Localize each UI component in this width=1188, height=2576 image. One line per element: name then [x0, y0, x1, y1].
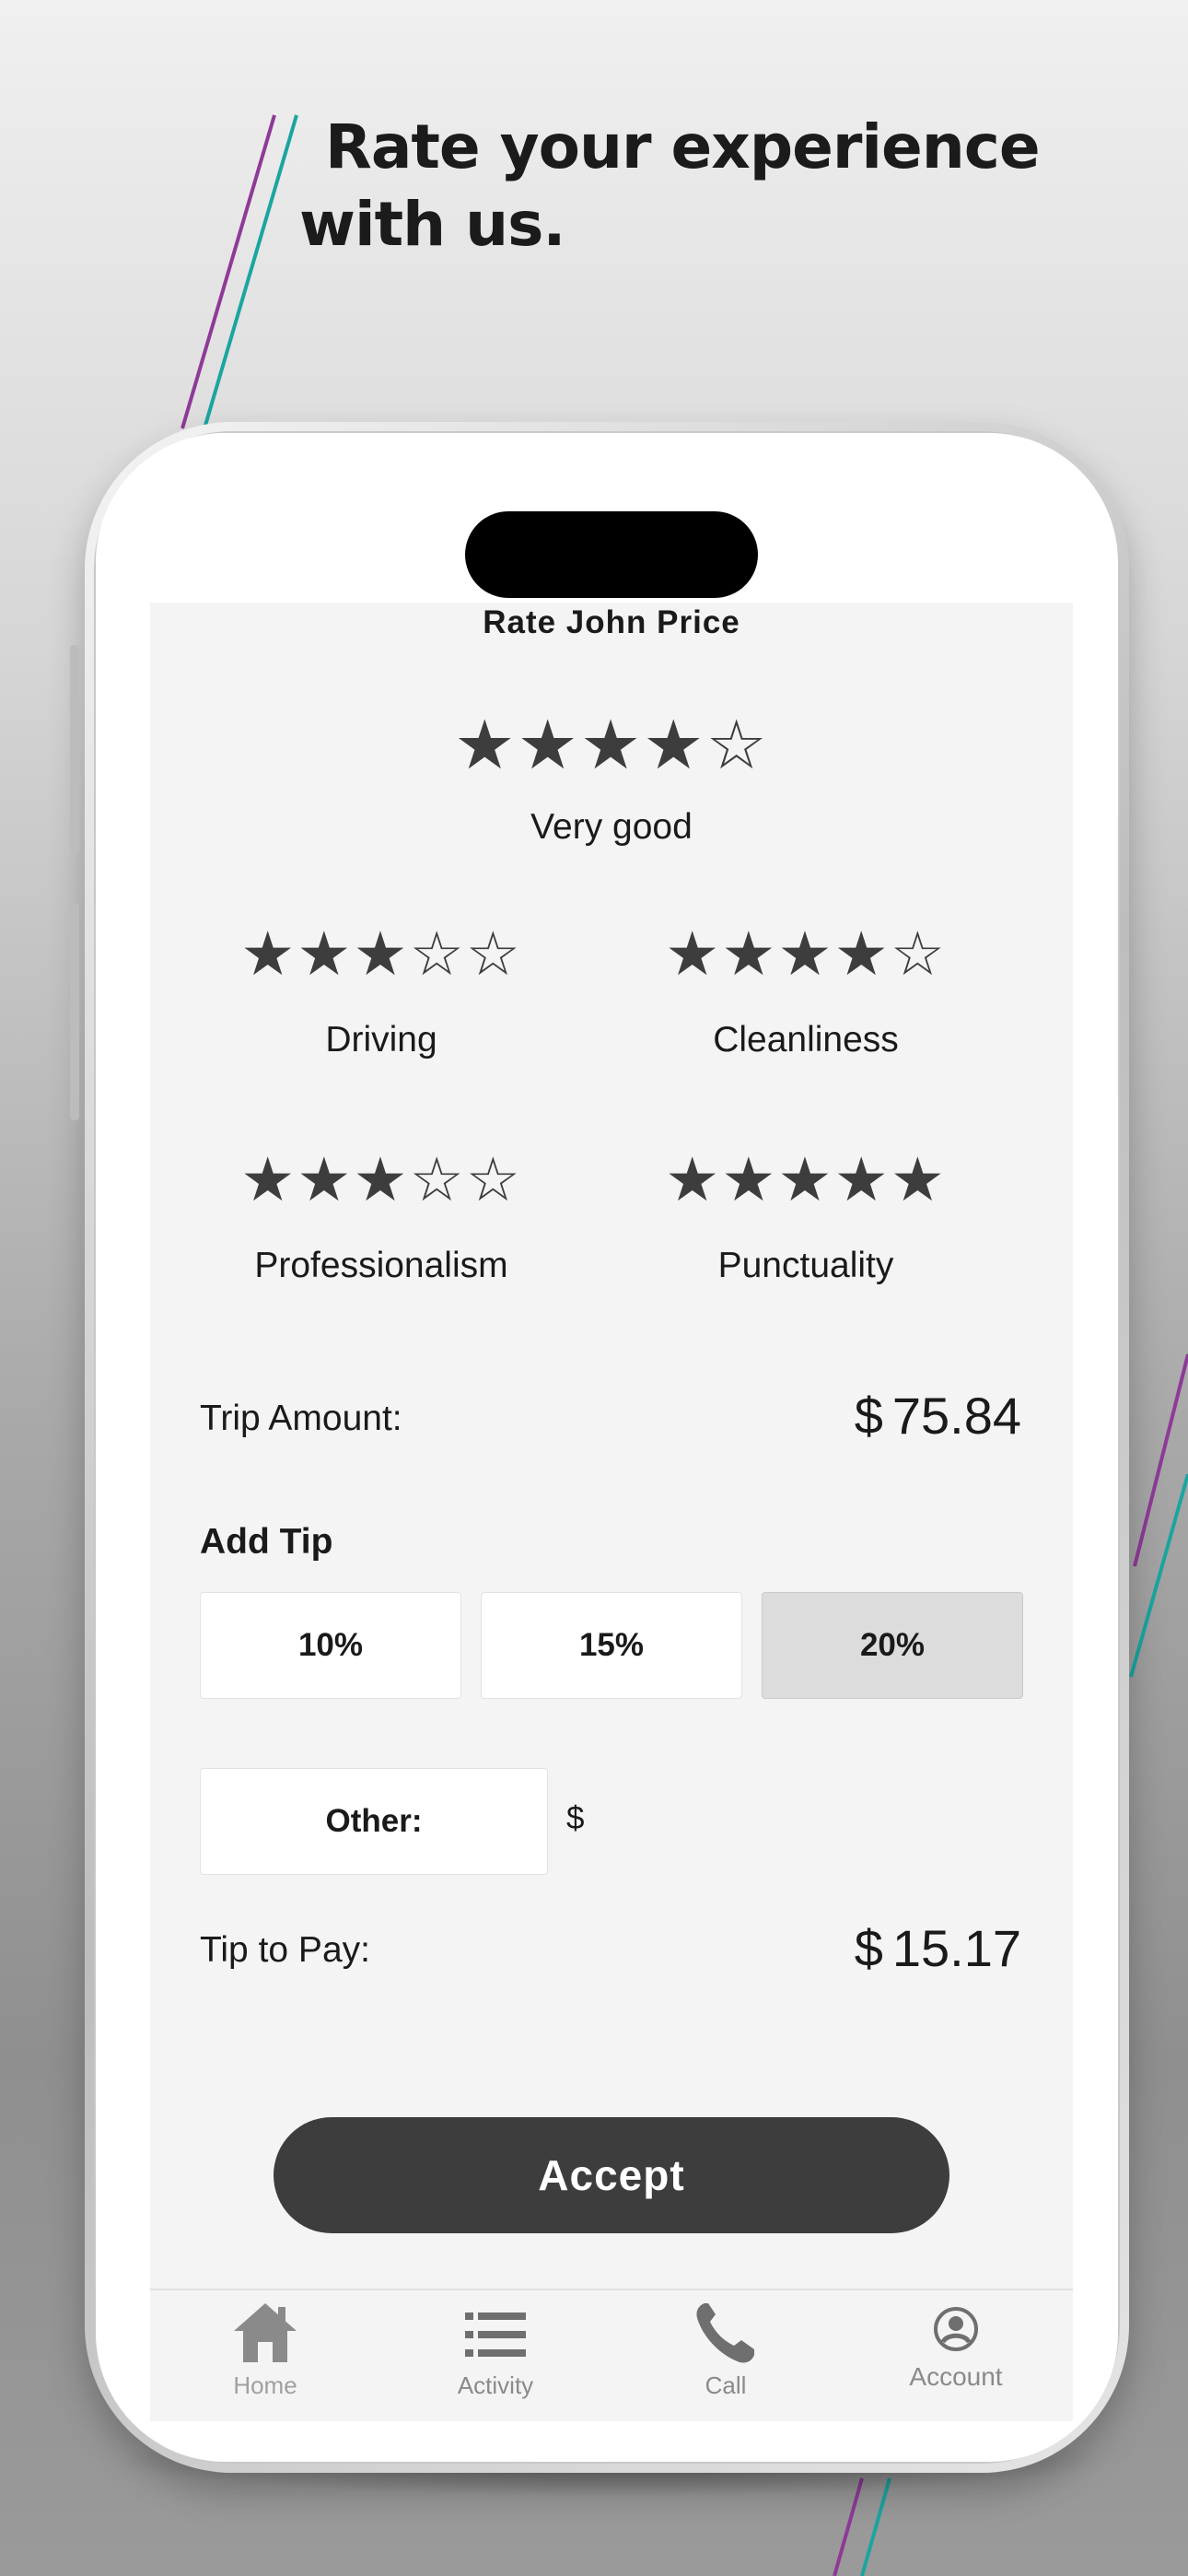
cleanliness-rating-stars[interactable]: ★★★★☆: [603, 920, 1008, 989]
tab-activity[interactable]: Activity: [380, 2290, 611, 2421]
tab-bar: Home Activity Call Account: [150, 2289, 1073, 2421]
headline-line1: Rate your experience: [325, 111, 1041, 182]
tab-account-label: Account: [909, 2362, 1003, 2391]
category-driving: ★★★☆☆ Driving: [179, 920, 584, 1060]
home-icon: [234, 2303, 297, 2362]
tip-to-pay-label: Tip to Pay:: [200, 1930, 370, 1970]
tip-to-pay-value: $15.17: [855, 1918, 1021, 1978]
category-professionalism: ★★★☆☆ Professionalism: [179, 1146, 584, 1286]
tip-15-button[interactable]: 15%: [481, 1592, 742, 1699]
tab-activity-label: Activity: [457, 2371, 534, 2399]
tip-20-button[interactable]: 20%: [762, 1592, 1023, 1699]
add-tip-heading: Add Tip: [200, 1522, 333, 1562]
tip-10-button[interactable]: 10%: [200, 1592, 461, 1699]
tab-call[interactable]: Call: [611, 2290, 841, 2421]
tab-home[interactable]: Home: [150, 2290, 380, 2421]
professionalism-label: Professionalism: [254, 1246, 508, 1285]
driving-label: Driving: [325, 1020, 437, 1060]
app-screen: Rate John Price ★★★★☆ Very good ★★★☆☆ Dr…: [150, 603, 1073, 2421]
dynamic-island: [465, 511, 758, 598]
user-circle-icon: [934, 2307, 978, 2351]
trip-currency: $: [854, 1387, 883, 1445]
punctuality-label: Punctuality: [717, 1246, 894, 1285]
accept-button[interactable]: Accept: [274, 2117, 949, 2233]
side-button-lower: [70, 903, 79, 1120]
overall-rating-stars[interactable]: ★★★★☆: [150, 708, 1073, 782]
tab-call-label: Call: [705, 2371, 747, 2399]
category-cleanliness: ★★★★☆ Cleanliness: [603, 920, 1008, 1060]
headline-line2: with us.: [299, 189, 565, 260]
overall-rating-label: Very good: [530, 807, 693, 847]
punctuality-rating-stars[interactable]: ★★★★★: [603, 1146, 1008, 1214]
tab-home-label: Home: [233, 2371, 297, 2399]
driving-rating-stars[interactable]: ★★★☆☆: [179, 920, 584, 989]
trip-amount: 75.84: [891, 1387, 1021, 1445]
cleanliness-label: Cleanliness: [713, 1020, 899, 1060]
professionalism-rating-stars[interactable]: ★★★☆☆: [179, 1146, 584, 1214]
side-button-upper: [70, 645, 79, 853]
trip-amount-value: $75.84: [855, 1386, 1021, 1446]
phone-icon: [696, 2303, 754, 2363]
tip-currency: $: [854, 1919, 883, 1977]
category-punctuality: ★★★★★ Punctuality: [603, 1146, 1008, 1286]
other-tip-button[interactable]: Other:: [200, 1768, 548, 1875]
other-tip-currency: $: [566, 1800, 585, 1836]
tab-account[interactable]: Account: [841, 2290, 1071, 2421]
tip-amount: 15.17: [891, 1919, 1021, 1977]
headline: Rate your experience with us.: [299, 109, 1091, 263]
page-title: Rate John Price: [483, 604, 740, 640]
trip-amount-label: Trip Amount:: [200, 1399, 402, 1438]
list-icon: [465, 2313, 526, 2357]
